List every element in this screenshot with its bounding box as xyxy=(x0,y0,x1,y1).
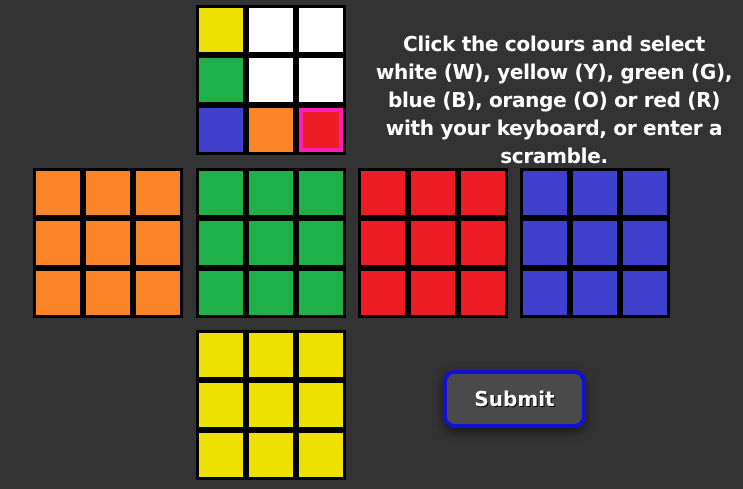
sticker-front-2[interactable] xyxy=(299,171,343,215)
sticker-right-1[interactable] xyxy=(411,171,455,215)
sticker-front-7[interactable] xyxy=(249,271,293,315)
sticker-up-1[interactable] xyxy=(249,8,293,52)
sticker-left-4[interactable] xyxy=(86,221,130,265)
sticker-up-6[interactable] xyxy=(199,108,243,152)
sticker-right-5[interactable] xyxy=(461,221,505,265)
sticker-up-3[interactable] xyxy=(199,58,243,102)
sticker-front-8[interactable] xyxy=(299,271,343,315)
sticker-back-8[interactable] xyxy=(623,271,667,315)
sticker-up-7[interactable] xyxy=(249,108,293,152)
sticker-front-1[interactable] xyxy=(249,171,293,215)
submit-button[interactable]: Submit xyxy=(443,370,586,428)
sticker-front-6[interactable] xyxy=(199,271,243,315)
sticker-up-8[interactable] xyxy=(299,108,343,152)
sticker-left-8[interactable] xyxy=(136,271,180,315)
sticker-right-4[interactable] xyxy=(411,221,455,265)
sticker-back-1[interactable] xyxy=(573,171,617,215)
sticker-back-7[interactable] xyxy=(573,271,617,315)
sticker-up-0[interactable] xyxy=(199,8,243,52)
sticker-down-0[interactable] xyxy=(199,333,243,377)
face-back xyxy=(520,168,670,318)
sticker-right-7[interactable] xyxy=(411,271,455,315)
sticker-left-7[interactable] xyxy=(86,271,130,315)
sticker-down-1[interactable] xyxy=(249,333,293,377)
sticker-right-8[interactable] xyxy=(461,271,505,315)
sticker-left-0[interactable] xyxy=(36,171,80,215)
sticker-front-3[interactable] xyxy=(199,221,243,265)
sticker-right-0[interactable] xyxy=(361,171,405,215)
sticker-right-2[interactable] xyxy=(461,171,505,215)
sticker-front-0[interactable] xyxy=(199,171,243,215)
instructions-text: Click the colours and select white (W), … xyxy=(375,32,733,168)
face-right xyxy=(358,168,508,318)
sticker-up-4[interactable] xyxy=(249,58,293,102)
face-left xyxy=(33,168,183,318)
sticker-left-5[interactable] xyxy=(136,221,180,265)
face-down xyxy=(196,330,346,480)
sticker-back-2[interactable] xyxy=(623,171,667,215)
sticker-left-6[interactable] xyxy=(36,271,80,315)
sticker-back-0[interactable] xyxy=(523,171,567,215)
sticker-right-3[interactable] xyxy=(361,221,405,265)
sticker-front-4[interactable] xyxy=(249,221,293,265)
sticker-left-3[interactable] xyxy=(36,221,80,265)
sticker-down-7[interactable] xyxy=(249,433,293,477)
face-up xyxy=(196,5,346,155)
sticker-down-5[interactable] xyxy=(299,383,343,427)
sticker-back-4[interactable] xyxy=(573,221,617,265)
sticker-down-2[interactable] xyxy=(299,333,343,377)
sticker-up-2[interactable] xyxy=(299,8,343,52)
sticker-up-5[interactable] xyxy=(299,58,343,102)
sticker-down-8[interactable] xyxy=(299,433,343,477)
sticker-back-5[interactable] xyxy=(623,221,667,265)
sticker-down-4[interactable] xyxy=(249,383,293,427)
sticker-back-6[interactable] xyxy=(523,271,567,315)
sticker-back-3[interactable] xyxy=(523,221,567,265)
sticker-down-3[interactable] xyxy=(199,383,243,427)
sticker-right-6[interactable] xyxy=(361,271,405,315)
sticker-front-5[interactable] xyxy=(299,221,343,265)
sticker-left-2[interactable] xyxy=(136,171,180,215)
face-front xyxy=(196,168,346,318)
sticker-left-1[interactable] xyxy=(86,171,130,215)
sticker-down-6[interactable] xyxy=(199,433,243,477)
